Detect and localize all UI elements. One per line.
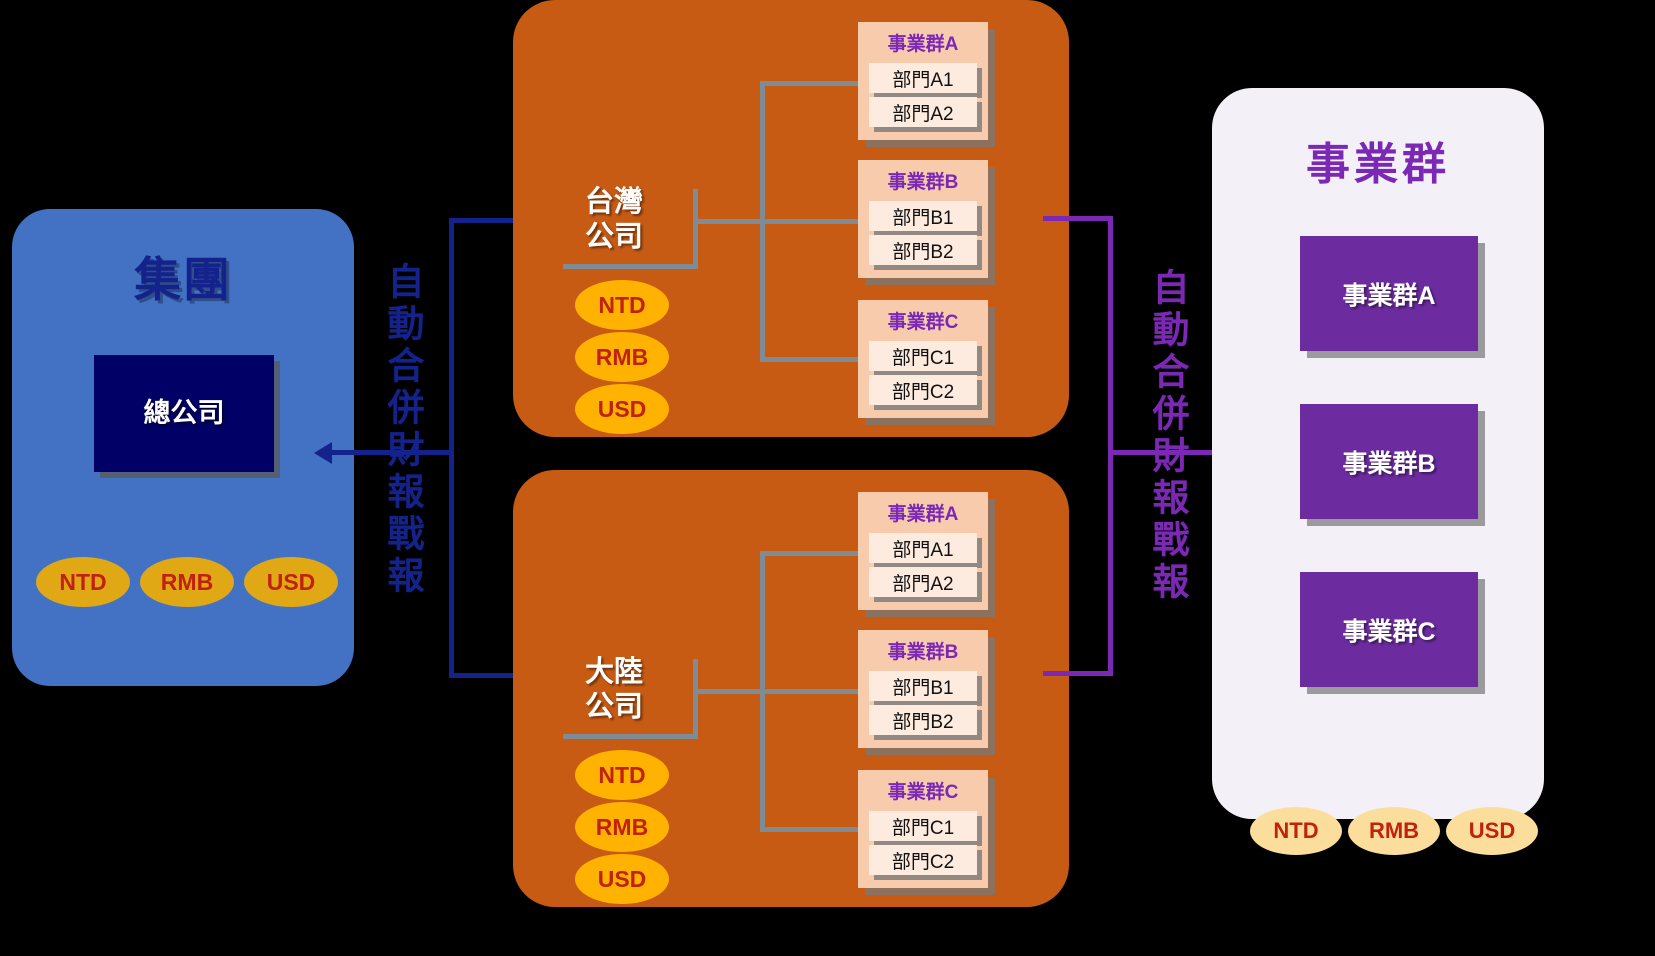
company-name-line2: 公司 bbox=[585, 691, 644, 724]
currency-pill-ntd[interactable]: NTD bbox=[575, 750, 669, 800]
bracket-bottom-segment bbox=[449, 673, 519, 678]
bu-box-a[interactable]: 事業群A bbox=[1300, 236, 1478, 351]
department-box[interactable]: 部門C2 bbox=[869, 845, 977, 875]
bu-card-b[interactable]: 事業群B 部門B1 部門B2 bbox=[858, 160, 988, 278]
bu-box-b[interactable]: 事業群B bbox=[1300, 404, 1478, 519]
headquarters-box[interactable]: 總公司 bbox=[94, 355, 274, 472]
department-box[interactable]: 部門A1 bbox=[869, 533, 977, 563]
bu-card-title: 事業群B bbox=[887, 642, 959, 663]
bracket-vertical-segment bbox=[1108, 216, 1113, 676]
currency-pill-rmb[interactable]: RMB bbox=[140, 557, 234, 607]
bracket-vertical-segment bbox=[449, 218, 454, 678]
business-unit-panel: 事業群 事業群A 事業群B 事業群C NTD RMB USD bbox=[1212, 88, 1544, 855]
tree-branch-a bbox=[760, 551, 865, 556]
bu-card-title: 事業群C bbox=[887, 782, 959, 803]
bu-panel-title: 事業群 bbox=[1306, 140, 1450, 189]
department-box[interactable]: 部門B2 bbox=[869, 705, 977, 735]
tree-trunk-horizontal bbox=[695, 689, 763, 694]
company-name-taiwan: 台灣 公司 bbox=[585, 185, 643, 256]
company-stem bbox=[693, 189, 698, 269]
department-box[interactable]: 部門A2 bbox=[869, 567, 977, 597]
tree-branch-a bbox=[760, 81, 865, 86]
tree-branch-c bbox=[760, 357, 865, 362]
left-connector-bracket bbox=[449, 218, 519, 678]
company-panel-taiwan: 台灣 公司 NTD RMB USD 事業群A 部門A1 部門A2 事業群B 部門… bbox=[513, 0, 1069, 437]
bu-card-c[interactable]: 事業群C 部門C1 部門C2 bbox=[858, 300, 988, 418]
flow-label-left: 自動合併財報戰報 bbox=[382, 262, 423, 598]
department-box[interactable]: 部門B1 bbox=[869, 201, 977, 231]
company-underline bbox=[563, 734, 698, 739]
department-box[interactable]: 部門C1 bbox=[869, 341, 977, 371]
department-box[interactable]: 部門B2 bbox=[869, 235, 977, 265]
bu-card-title: 事業群B bbox=[887, 172, 959, 193]
company-name-line2: 公司 bbox=[585, 221, 644, 254]
bu-card-a[interactable]: 事業群A 部門A1 部門A2 bbox=[858, 22, 988, 140]
currency-pill-rmb[interactable]: RMB bbox=[575, 332, 669, 382]
currency-pill-usd[interactable]: USD bbox=[1446, 807, 1538, 855]
company-name-line1: 台灣 bbox=[585, 186, 644, 218]
company-currency-list-taiwan: NTD RMB USD bbox=[575, 280, 669, 434]
bu-card-b[interactable]: 事業群B 部門B1 部門B2 bbox=[858, 630, 988, 748]
company-name-line1: 大陸 bbox=[585, 656, 644, 688]
left-arrow-line bbox=[322, 450, 452, 455]
company-name-mainland: 大陸 公司 bbox=[585, 655, 643, 726]
bu-card-a[interactable]: 事業群A 部門A1 部門A2 bbox=[858, 492, 988, 610]
currency-pill-ntd[interactable]: NTD bbox=[36, 557, 130, 607]
currency-pill-ntd[interactable]: NTD bbox=[1250, 807, 1342, 855]
tree-branch-c bbox=[760, 827, 865, 832]
department-box[interactable]: 部門B1 bbox=[869, 671, 977, 701]
department-box[interactable]: 部門A2 bbox=[869, 97, 977, 127]
left-arrow-head-icon bbox=[314, 442, 332, 464]
currency-pill-rmb[interactable]: RMB bbox=[1348, 807, 1440, 855]
company-stem bbox=[693, 659, 698, 739]
currency-pill-usd[interactable]: USD bbox=[575, 854, 669, 904]
currency-pill-ntd[interactable]: NTD bbox=[575, 280, 669, 330]
tree-branch-b bbox=[760, 689, 865, 694]
bu-card-c[interactable]: 事業群C 部門C1 部門C2 bbox=[858, 770, 988, 888]
group-panel-title: 集團 bbox=[134, 253, 232, 306]
department-box[interactable]: 部門A1 bbox=[869, 63, 977, 93]
right-connector-bracket bbox=[1033, 216, 1113, 676]
department-box[interactable]: 部門C1 bbox=[869, 811, 977, 841]
bu-card-title: 事業群C bbox=[887, 312, 959, 333]
department-box[interactable]: 部門C2 bbox=[869, 375, 977, 405]
bu-card-title: 事業群A bbox=[887, 504, 959, 525]
currency-pill-usd[interactable]: USD bbox=[244, 557, 338, 607]
bracket-top-segment bbox=[449, 218, 519, 223]
currency-pill-usd[interactable]: USD bbox=[575, 384, 669, 434]
flow-label-right: 自動合併財報戰報 bbox=[1147, 268, 1188, 604]
currency-pill-rmb[interactable]: RMB bbox=[575, 802, 669, 852]
bracket-top-segment bbox=[1043, 216, 1113, 221]
headquarters-label: 總公司 bbox=[143, 398, 225, 428]
bracket-bottom-segment bbox=[1043, 671, 1113, 676]
group-panel: 集團 總公司 NTD RMB USD bbox=[12, 209, 354, 686]
bu-card-title: 事業群A bbox=[887, 34, 959, 55]
company-underline bbox=[563, 264, 698, 269]
group-currency-list: NTD RMB USD bbox=[36, 557, 338, 607]
tree-trunk-horizontal bbox=[695, 219, 763, 224]
tree-branch-b bbox=[760, 219, 865, 224]
diagram-canvas: 集團 總公司 NTD RMB USD 自動合併財報戰報 台灣 公司 NTD RM… bbox=[0, 0, 1655, 956]
company-currency-list-mainland: NTD RMB USD bbox=[575, 750, 669, 904]
bu-currency-list: NTD RMB USD bbox=[1250, 807, 1538, 855]
bu-box-c[interactable]: 事業群C bbox=[1300, 572, 1478, 687]
company-panel-mainland: 大陸 公司 NTD RMB USD 事業群A 部門A1 部門A2 事業群B 部門… bbox=[513, 470, 1069, 907]
